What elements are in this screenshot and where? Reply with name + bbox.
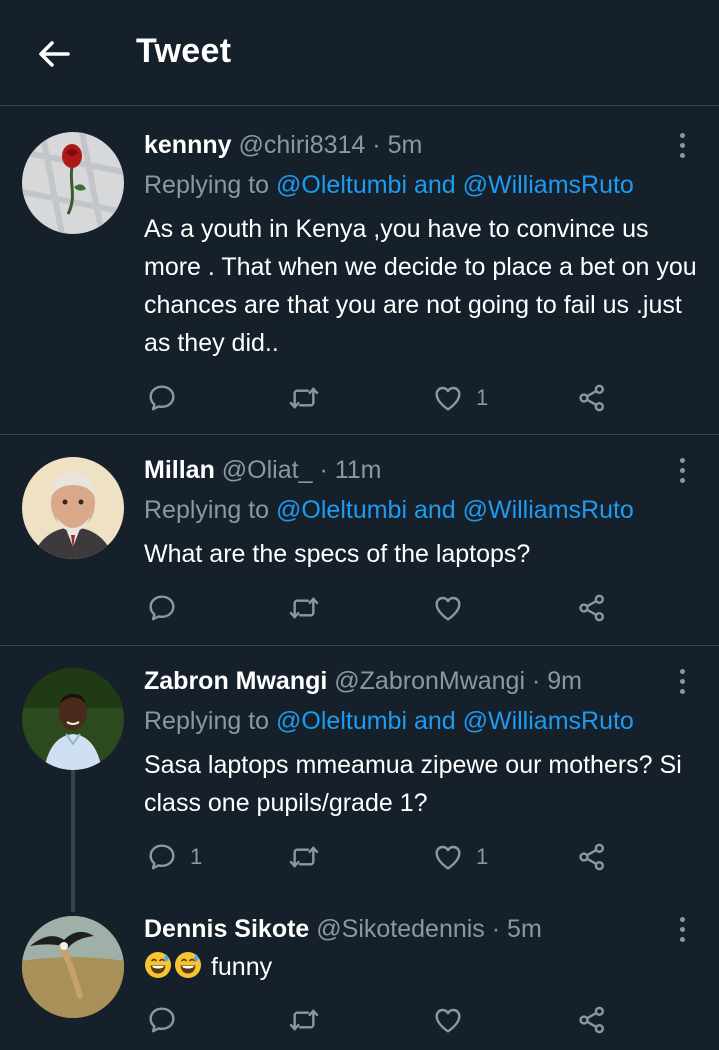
- more-options-icon[interactable]: [678, 917, 686, 945]
- author-handle[interactable]: @chiri8314: [238, 131, 365, 159]
- tweet-time: 5m: [507, 915, 542, 943]
- tweet-time: 9m: [547, 667, 582, 695]
- share-button[interactable]: [576, 1000, 608, 1040]
- retweet-button[interactable]: [288, 378, 332, 418]
- heart-icon: [432, 1004, 464, 1036]
- reply-button[interactable]: [146, 1000, 190, 1040]
- reply-button[interactable]: 1: [146, 837, 202, 877]
- replying-to: Replying to @Oleltumbi and @WilliamsRuto: [144, 495, 634, 525]
- like-button[interactable]: 1: [432, 837, 488, 877]
- retweet-button[interactable]: [288, 588, 332, 628]
- heart-icon: [432, 592, 464, 624]
- sweat-smile-emoji: [144, 951, 172, 979]
- like-count: 1: [476, 844, 489, 869]
- retweet-button[interactable]: [288, 1000, 332, 1040]
- author-handle[interactable]: @Sikotedennis: [316, 915, 485, 943]
- divider: [0, 434, 719, 435]
- replying-to-link[interactable]: @Oleltumbi and @WilliamsRuto: [276, 707, 634, 735]
- like-count: 1: [476, 385, 489, 410]
- tweet-actions: 1: [0, 378, 719, 418]
- author-name[interactable]: kennny: [144, 131, 232, 159]
- retweet-icon: [288, 841, 320, 873]
- retweet-icon: [288, 1004, 320, 1036]
- retweet-icon: [288, 592, 320, 624]
- tweet-text: What are the specs of the laptops?: [144, 540, 531, 568]
- retweet-button[interactable]: [288, 837, 332, 877]
- avatar-millan[interactable]: [22, 457, 124, 559]
- like-button[interactable]: 1: [432, 378, 488, 418]
- replying-prefix: Replying to: [144, 171, 277, 199]
- author-handle[interactable]: @ZabronMwangi: [334, 667, 525, 695]
- replying-to: Replying to @Oleltumbi and @WilliamsRuto: [144, 170, 634, 200]
- tweet-actions: [0, 1000, 719, 1040]
- separator-dot: ·: [491, 915, 501, 943]
- separator-dot: ·: [531, 667, 541, 695]
- back-arrow-icon[interactable]: [34, 34, 74, 74]
- share-button[interactable]: [576, 588, 608, 628]
- reply-button[interactable]: [146, 588, 190, 628]
- share-icon: [576, 1004, 608, 1036]
- reply-button[interactable]: [146, 378, 190, 418]
- share-icon: [576, 382, 608, 414]
- share-button[interactable]: [576, 837, 608, 877]
- author-name[interactable]: Dennis Sikote: [144, 915, 309, 943]
- retweet-icon: [288, 382, 320, 414]
- tweet-actions: [0, 588, 719, 628]
- share-icon: [576, 592, 608, 624]
- reply-icon: [146, 1004, 178, 1036]
- reply-icon: [146, 382, 178, 414]
- tweet-text: As a youth in Kenya ,you have to convinc…: [144, 215, 697, 357]
- replying-to-link[interactable]: @Oleltumbi and @WilliamsRuto: [276, 171, 634, 199]
- share-icon: [576, 841, 608, 873]
- heart-icon: [432, 841, 464, 873]
- like-button[interactable]: [432, 1000, 476, 1040]
- replying-to-link[interactable]: @Oleltumbi and @WilliamsRuto: [276, 496, 634, 524]
- more-options-icon[interactable]: [678, 669, 686, 697]
- separator-dot: ·: [372, 131, 381, 159]
- author-name[interactable]: Zabron Mwangi: [144, 667, 327, 695]
- like-button[interactable]: [432, 588, 476, 628]
- author-handle[interactable]: @Oliat_: [222, 456, 313, 484]
- top-bar: Tweet: [0, 0, 719, 106]
- avatar-kennny[interactable]: [22, 132, 124, 234]
- heart-icon: [432, 382, 464, 414]
- more-options-icon[interactable]: [678, 133, 686, 161]
- reply-icon: [146, 592, 178, 624]
- replying-prefix: Replying to: [144, 496, 277, 524]
- divider: [0, 645, 719, 646]
- separator-dot: ·: [319, 456, 328, 484]
- sweat-smile-emoji: [174, 951, 202, 979]
- author-name[interactable]: Millan: [144, 456, 215, 484]
- reply-icon: [146, 841, 178, 873]
- tweet-actions: 1 1: [0, 837, 719, 877]
- tweet-text-line: funny: [144, 948, 699, 986]
- reply-count: 1: [190, 844, 203, 869]
- more-options-icon[interactable]: [678, 458, 686, 486]
- tweet-text: funny: [210, 953, 273, 981]
- tweet-time: 11m: [334, 456, 382, 484]
- avatar-zabron-mwangi[interactable]: [22, 668, 124, 770]
- tweet-time: 5m: [387, 131, 423, 159]
- page-title: Tweet: [136, 32, 232, 70]
- share-button[interactable]: [576, 378, 608, 418]
- replying-to: Replying to @Oleltumbi and @WilliamsRuto: [144, 706, 634, 736]
- replying-prefix: Replying to: [144, 707, 277, 735]
- tweet-text: Sasa laptops mmeamua zipewe our mothers?…: [144, 751, 682, 817]
